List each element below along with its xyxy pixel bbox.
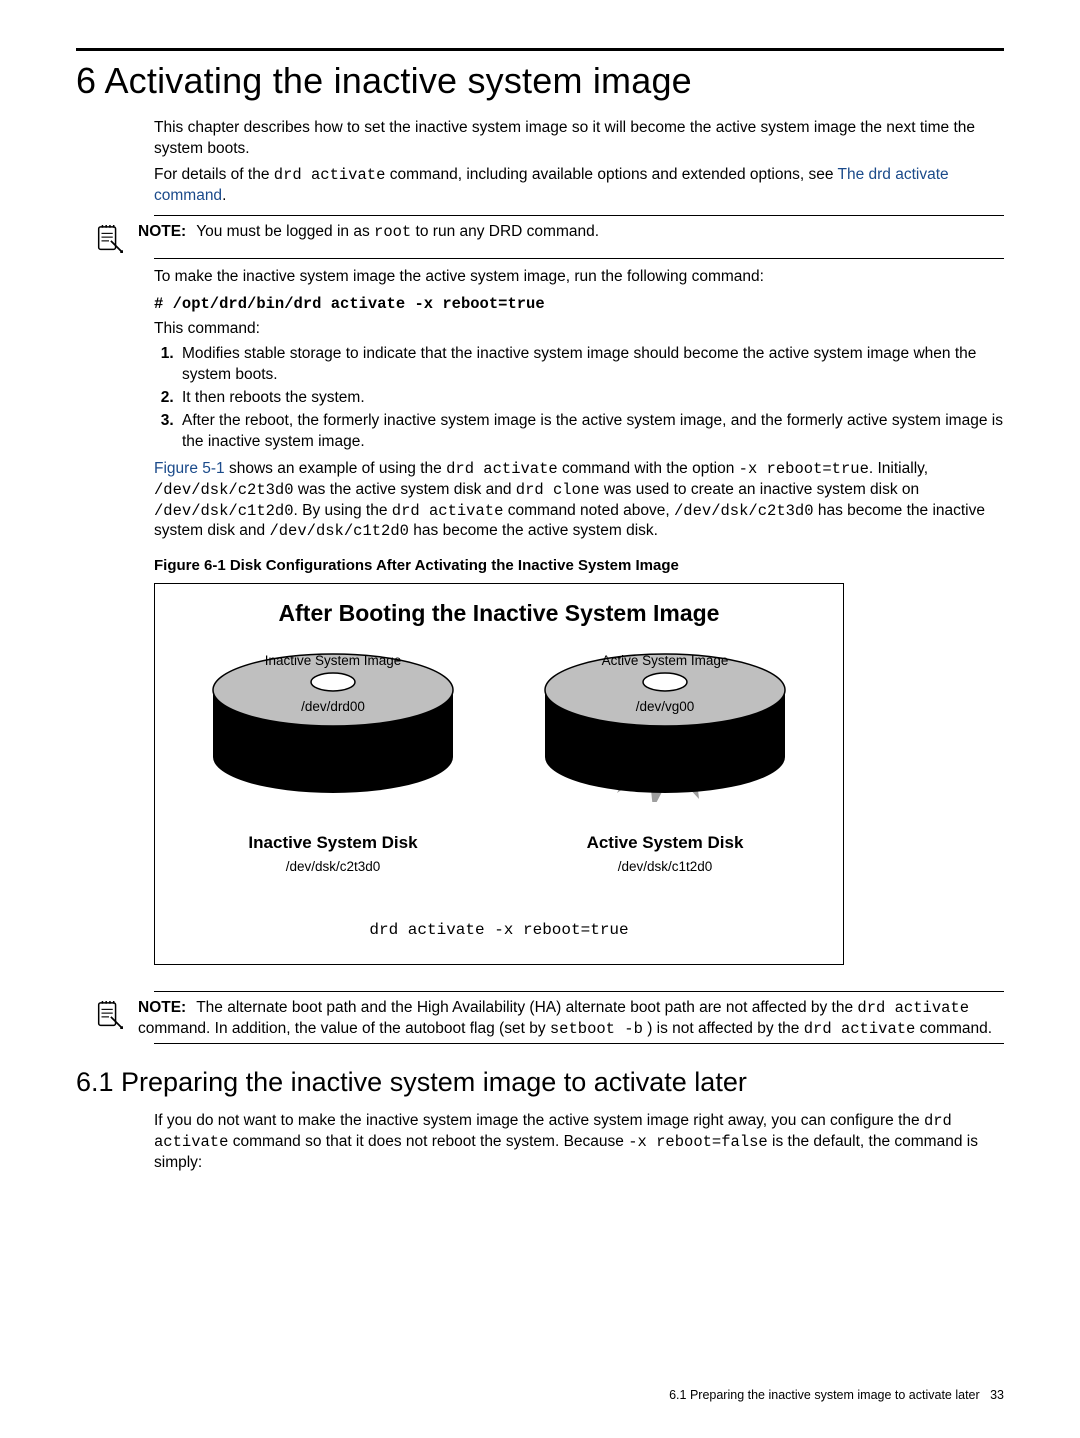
example-paragraph: Figure 5-1 shows an example of using the… [154,459,1004,543]
page-footer: 6.1 Preparing the inactive system image … [669,1387,1004,1404]
chapter-title: Activating the inactive system image [104,60,691,101]
active-dev-label: /dev/vg00 [531,698,799,716]
active-path: /dev/dsk/c1t2d0 [515,858,815,876]
run-command: # /opt/drd/bin/drd activate -x reboot=tr… [154,294,1004,315]
section-6-1-body: If you do not want to make the inactive … [154,1111,1004,1174]
inactive-dev-label: /dev/drd00 [199,698,467,716]
inactive-subtitle: Inactive System Disk [183,832,483,855]
figure-title: After Booting the Inactive System Image [155,584,843,629]
note-icon [94,224,124,254]
active-disk: Active System Image /dev/vg00 [531,642,799,802]
inactive-disk: Inactive System Image /dev/drd00 [199,642,467,802]
chapter-number: 6 [76,60,96,101]
figure-caption: Figure 6-1 Disk Configurations After Act… [154,556,1004,576]
note2-bottom-rule [154,1043,1004,1044]
page-number: 33 [990,1388,1004,1402]
step-3: After the reboot, the formerly inactive … [178,411,1004,453]
figure-command: drd activate -x reboot=true [155,920,843,942]
run-block: To make the inactive system image the ac… [154,267,1004,964]
page: 6 Activating the inactive system image T… [0,0,1080,1438]
note1: NOTE:You must be logged in as root to ru… [94,222,1004,254]
note-icon [94,1000,124,1030]
note1-label: NOTE: [138,223,186,240]
intro-block: This chapter describes how to set the in… [154,118,1004,208]
active-top-label: Active System Image [531,652,799,670]
steps-list: Modifies stable storage to indicate that… [154,344,1004,453]
note2-body: NOTE:The alternate boot path and the Hig… [138,998,1004,1040]
note1-top-rule [154,215,1004,216]
note2-top-rule [154,991,1004,992]
inactive-path: /dev/dsk/c2t3d0 [183,858,483,876]
intro-p2: For details of the drd activate command,… [154,165,1004,207]
step-1: Modifies stable storage to indicate that… [178,344,1004,386]
this-command: This command: [154,319,1004,340]
figure-5-1-link[interactable]: Figure 5-1 [154,460,225,477]
top-rule [76,48,1004,51]
intro-p1: This chapter describes how to set the in… [154,118,1004,160]
note1-body: NOTE:You must be logged in as root to ru… [138,222,1004,243]
section-6-1-p1: If you do not want to make the inactive … [154,1111,1004,1174]
chapter-heading: 6 Activating the inactive system image [76,57,1004,106]
note1-bottom-rule [154,258,1004,259]
active-subtitle: Active System Disk [515,832,815,855]
note2-label: NOTE: [138,999,186,1016]
run-lead: To make the inactive system image the ac… [154,267,1004,288]
step-2: It then reboots the system. [178,388,1004,409]
footer-text: 6.1 Preparing the inactive system image … [669,1388,980,1402]
figure-6-1: After Booting the Inactive System Image … [154,583,844,965]
section-6-1-heading: 6.1 Preparing the inactive system image … [76,1064,1004,1100]
note2: NOTE:The alternate boot path and the Hig… [94,998,1004,1040]
inactive-top-label: Inactive System Image [199,652,467,670]
